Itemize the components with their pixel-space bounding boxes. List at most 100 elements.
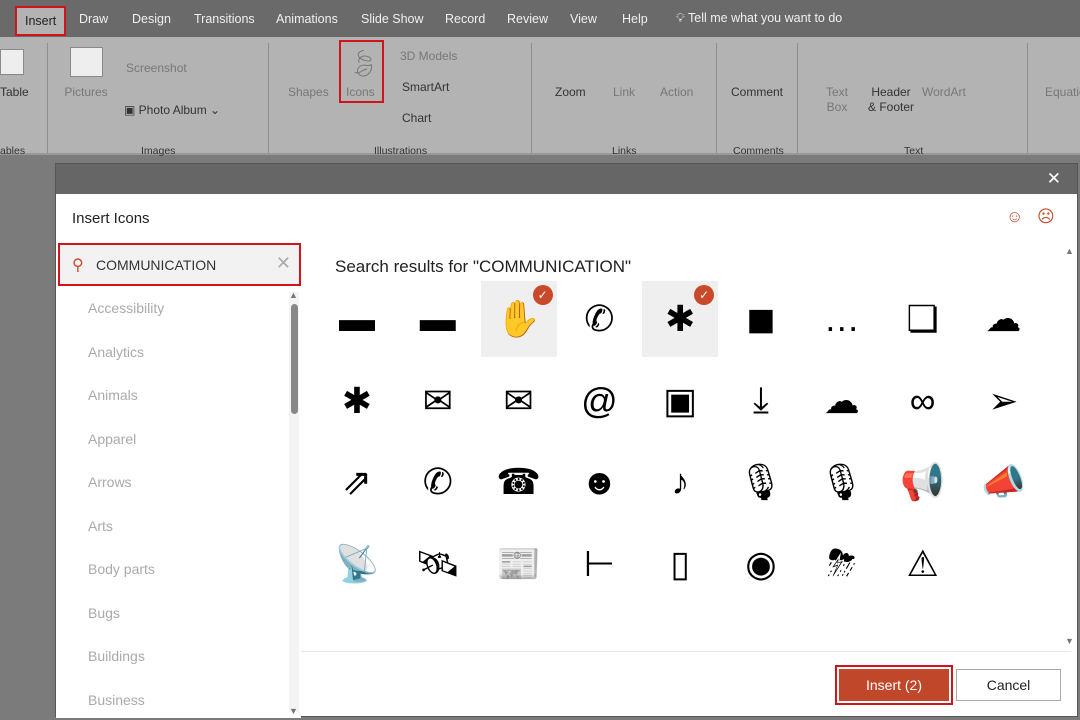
close-icon[interactable]: ✕ xyxy=(1047,169,1061,189)
icon-result-stamp[interactable]: ▣ xyxy=(642,363,718,439)
phone-icon: ✆ xyxy=(422,461,453,502)
smile-icon[interactable]: ☺ xyxy=(1006,207,1023,227)
icon-result-microphone[interactable]: 🎙 xyxy=(723,444,799,520)
category-item[interactable]: Apparel xyxy=(88,431,136,447)
icon-result-link[interactable]: ∞ xyxy=(885,363,961,439)
scroll-down-icon[interactable]: ▼ xyxy=(289,706,298,716)
thought-bubble-icon: ☁ xyxy=(985,298,1022,339)
text-box-button[interactable]: Text Box xyxy=(824,85,850,115)
icon-result-email-at[interactable]: @ xyxy=(561,363,637,439)
results-scroll-down-icon[interactable]: ▼ xyxy=(1065,636,1074,646)
tell-me[interactable]: 💡︎ Tell me what you want to do xyxy=(676,11,842,26)
insert-button[interactable]: Insert (2) xyxy=(835,665,953,705)
link-icon: ∞ xyxy=(909,379,936,421)
icon-result-mobile-phone[interactable]: ▯ xyxy=(642,526,718,602)
tab-view[interactable]: View xyxy=(570,12,597,26)
category-item[interactable]: Body parts xyxy=(88,561,155,577)
subtitles-icon: ▬ xyxy=(339,298,375,339)
icon-result-microphone-broadcast[interactable]: 🎙 xyxy=(804,444,880,520)
category-item[interactable]: Animals xyxy=(88,387,138,403)
tab-draw[interactable]: Draw xyxy=(79,12,108,26)
icon-result-subtitles[interactable]: ▬ xyxy=(319,281,395,357)
icon-result-phone[interactable]: ✆ xyxy=(400,444,476,520)
shapes-button[interactable]: Shapes xyxy=(288,85,329,100)
scrollbar-thumb[interactable] xyxy=(291,304,298,414)
icon-result-sign-language[interactable]: ✋ ✓ xyxy=(480,281,557,357)
category-item[interactable]: Accessibility xyxy=(88,300,164,316)
chart-button[interactable]: Chart xyxy=(402,111,431,126)
scroll-up-icon[interactable]: ▲ xyxy=(289,290,298,300)
icon-result-webcam[interactable]: ◉ xyxy=(723,526,799,602)
insert-icons-dialog: ✕ Insert Icons ☺ ☹ ⚲ COMMUNICATION ✕ Acc… xyxy=(55,163,1078,718)
link-button[interactable]: Link xyxy=(613,85,635,100)
tab-slide-show[interactable]: Slide Show xyxy=(361,12,424,26)
results-scroll-up-icon[interactable]: ▲ xyxy=(1065,246,1074,256)
icon-result-cloud-download[interactable]: ☁ xyxy=(804,363,880,439)
photo-album-button[interactable]: ▣ Photo Album ⌄ xyxy=(124,103,220,118)
zoom-button[interactable]: Zoom xyxy=(555,85,586,100)
tab-animations[interactable]: Animations xyxy=(276,12,338,26)
category-item[interactable]: Analytics xyxy=(88,344,144,360)
icon-result-satellite-dish[interactable]: 📡 xyxy=(319,526,395,602)
icon-result-microphone-cable[interactable]: ♪ xyxy=(642,444,718,520)
newspaper-icon: 📰 xyxy=(496,542,541,584)
download-icon: ⤓ xyxy=(753,379,769,420)
cancel-button[interactable]: Cancel xyxy=(956,669,1061,701)
category-item[interactable]: Bugs xyxy=(88,605,120,621)
icon-result-hub[interactable]: ✱ xyxy=(319,363,395,439)
icon-result-speaker-megaphone[interactable]: 📢 xyxy=(885,444,961,520)
3d-models-button[interactable]: 3D Models xyxy=(400,49,457,64)
icon-result-conversation[interactable]: ❏ xyxy=(885,281,961,357)
category-item[interactable]: Arrows xyxy=(88,474,132,490)
icon-result-download[interactable]: ⤓ xyxy=(723,363,799,439)
lightbulb-icon: 💡︎ xyxy=(676,11,685,25)
category-item[interactable]: Arts xyxy=(88,518,113,534)
icons-button[interactable]: Icons 🍃︎ xyxy=(339,40,384,103)
icon-result-speech-subtitles[interactable]: ▬ xyxy=(400,281,476,357)
icon-result-network[interactable]: ✱ ✓ xyxy=(642,281,719,357)
icon-result-speech-bubble[interactable]: ◼ xyxy=(723,281,799,357)
icon-result-phone-vibrate[interactable]: ✆ xyxy=(561,281,637,357)
frown-icon[interactable]: ☹ xyxy=(1037,207,1055,227)
category-item[interactable]: Business xyxy=(88,692,145,708)
screenshot-button[interactable]: Screenshot xyxy=(126,61,187,76)
storm-cloud-icon: ⛈ xyxy=(827,542,857,583)
equation-button[interactable]: Equation xyxy=(1045,85,1080,100)
icon-result-newspaper[interactable]: 📰 xyxy=(481,526,557,602)
tab-insert[interactable]: Insert xyxy=(15,6,67,36)
satellite-dish-icon: 📡 xyxy=(334,542,380,584)
icon-result-radio-tower[interactable]: ⚠ xyxy=(885,526,961,602)
icon-result-hierarchy[interactable]: ⊢ xyxy=(561,526,637,602)
pictures-button[interactable]: Pictures xyxy=(62,85,110,100)
tab-design[interactable]: Design xyxy=(132,12,171,26)
share-icon: ⇗ xyxy=(341,461,373,502)
tab-record[interactable]: Record xyxy=(445,12,485,26)
wordart-button[interactable]: WordArt xyxy=(922,85,966,100)
comment-button[interactable]: Comment xyxy=(731,85,783,100)
dialog-title: Insert Icons xyxy=(72,210,150,227)
hierarchy-icon: ⊢ xyxy=(583,542,616,584)
search-input[interactable]: ⚲ COMMUNICATION ✕ xyxy=(58,243,301,286)
tab-help[interactable]: Help xyxy=(622,12,648,26)
category-item[interactable]: Buildings xyxy=(88,648,145,664)
icon-result-megaphone[interactable]: 📣 xyxy=(965,444,1041,520)
smartart-button[interactable]: SmartArt xyxy=(402,80,449,95)
icon-result-open-letter[interactable]: ✉ xyxy=(481,363,557,439)
search-icon: ⚲ xyxy=(72,257,84,274)
action-button[interactable]: Action xyxy=(660,85,693,100)
table-button[interactable]: Table xyxy=(0,85,29,100)
icon-result-storm-cloud[interactable]: ⛈ xyxy=(804,526,880,602)
tab-review[interactable]: Review xyxy=(507,12,548,26)
icon-result-headset-user[interactable]: ☻ xyxy=(561,444,637,520)
icon-result-envelope[interactable]: ✉ xyxy=(400,363,476,439)
icon-result-share[interactable]: ⇗ xyxy=(319,444,395,520)
tab-transitions[interactable]: Transitions xyxy=(194,12,255,26)
icon-result-satellite[interactable]: 🛰 xyxy=(400,526,476,602)
icon-result-telephone[interactable]: ☎ xyxy=(481,444,557,520)
icon-result-paper-plane[interactable]: ➢ xyxy=(965,363,1041,439)
header-footer-button[interactable]: Header & Footer xyxy=(866,85,916,115)
webcam-icon: ◉ xyxy=(745,542,777,584)
icon-result-thought-bubble[interactable]: ☁ xyxy=(965,281,1041,357)
icon-result-chat-dots[interactable]: … xyxy=(804,281,880,357)
clear-icon[interactable]: ✕ xyxy=(276,253,291,274)
